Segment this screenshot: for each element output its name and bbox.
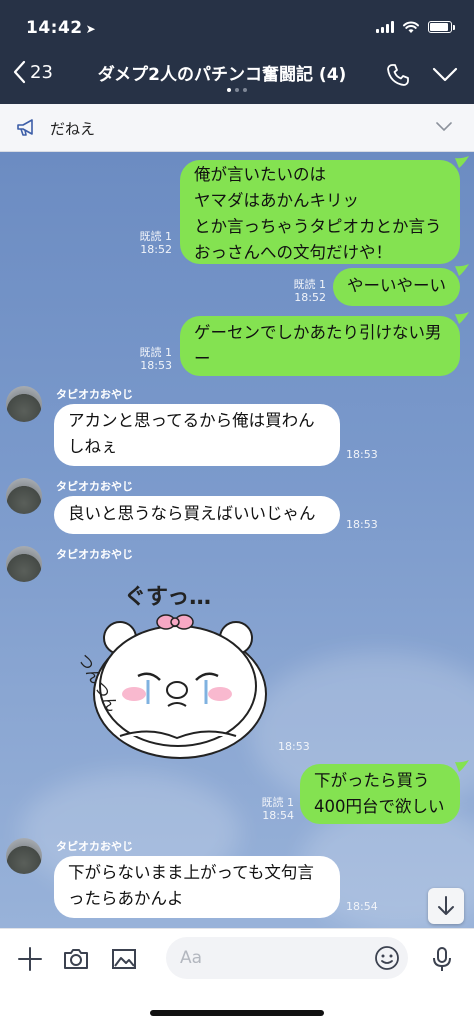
- sender-name: タピオカおやじ: [56, 840, 133, 853]
- message-line: ヤマダはあかんキリッ: [194, 191, 359, 210]
- sender-name: タピオカおやじ: [56, 388, 133, 401]
- read-receipt: 既読 1: [261, 796, 295, 809]
- message-bubble-incoming[interactable]: アカンと思ってるから俺は買わん しねぇ: [54, 404, 340, 466]
- announcement-text: だねえ: [50, 120, 96, 138]
- status-icons: [376, 20, 455, 34]
- message-line: 下がったら買う: [314, 771, 430, 790]
- message-time: 18:53: [140, 359, 172, 372]
- wifi-icon: [403, 21, 419, 33]
- read-receipt: 既読 1: [139, 230, 173, 243]
- microphone-icon[interactable]: [428, 945, 456, 973]
- message-line: おっさんへの文句だけや！: [194, 243, 392, 262]
- emoji-icon[interactable]: [374, 945, 400, 971]
- avatar[interactable]: [6, 386, 42, 422]
- avatar[interactable]: [6, 546, 42, 582]
- message-line: 良いと思うなら買えばいいじゃん: [68, 504, 316, 523]
- message-line: とか言っちゃうタピオカとか言う: [194, 217, 442, 236]
- message-line: アカンと思ってるから俺は買わん: [68, 411, 315, 430]
- read-receipt: 既読 1: [293, 278, 327, 291]
- message-bubble-outgoing[interactable]: やーいやーい: [333, 268, 460, 306]
- message-meta: 既読 1 18:53: [128, 346, 173, 372]
- arrow-down-icon: [438, 896, 454, 915]
- message-time: 18:52: [294, 291, 326, 304]
- avatar[interactable]: [6, 478, 42, 514]
- avatar[interactable]: [6, 838, 42, 874]
- image-icon[interactable]: [110, 945, 138, 973]
- announcement-bar[interactable]: だねえ: [0, 104, 474, 152]
- chevron-down-icon[interactable]: [432, 66, 458, 84]
- plus-icon[interactable]: [16, 945, 44, 973]
- back-chevron-icon: [13, 60, 26, 84]
- sticker-text-top: ぐすっ…: [124, 585, 211, 610]
- bubble-tail: [455, 312, 469, 324]
- message-line: 俺が言いたいのは: [194, 165, 326, 184]
- scroll-down-button[interactable]: [428, 888, 464, 924]
- chat-header: 14:42 ➤ 23 ダメプ2人のパチンコ奮闘記 (4): [0, 0, 474, 104]
- bubble-tail: [455, 156, 469, 168]
- sticker-crying-bear[interactable]: ぐすっ… つんつん: [60, 576, 276, 762]
- chat-area[interactable]: 俺が言いたいのは ヤマダはあかんキリッ とか言っちゃうタピオカとか言う おっさん…: [0, 152, 474, 928]
- chat-title[interactable]: ダメプ2人のパチンコ奮闘記 (4): [70, 60, 374, 85]
- home-indicator[interactable]: [150, 1010, 324, 1016]
- message-time: 18:53: [346, 448, 378, 461]
- message-time: 18:53: [278, 740, 310, 753]
- megaphone-icon: [17, 119, 33, 136]
- message-time: 18:54: [262, 809, 294, 822]
- bubble-tail: [455, 760, 469, 772]
- location-arrow-icon: ➤: [85, 22, 97, 36]
- message-line: やーいやーい: [347, 276, 446, 295]
- message-time: 18:52: [140, 243, 172, 256]
- message-input[interactable]: [166, 937, 408, 979]
- message-bubble-incoming[interactable]: 下がらないまま上がっても文句言 ったらあかんよ: [54, 856, 340, 918]
- status-time: 14:42 ➤: [26, 18, 96, 38]
- message-bubble-incoming[interactable]: 良いと思うなら買えばいいじゃん: [54, 496, 340, 534]
- message-line: ー: [194, 349, 211, 368]
- message-line: ゲーセンでしかあたり引けない男: [194, 323, 442, 342]
- battery-icon: [428, 21, 455, 33]
- message-meta: 既読 1 18:54: [250, 796, 295, 822]
- message-line: 下がらないまま上がっても文句言: [68, 863, 314, 882]
- sender-name: タピオカおやじ: [56, 548, 133, 561]
- page-dots: [0, 88, 474, 92]
- status-time-text: 14:42: [26, 18, 83, 38]
- message-bubble-outgoing[interactable]: 下がったら買う 400円台で欲しい: [300, 764, 460, 824]
- message-bubble-outgoing[interactable]: ゲーセンでしかあたり引けない男 ー: [180, 316, 460, 376]
- message-time: 18:54: [346, 900, 378, 913]
- read-receipt: 既読 1: [139, 346, 173, 359]
- message-time: 18:53: [346, 518, 378, 531]
- message-meta: 既読 1 18:52: [282, 278, 327, 304]
- phone-icon[interactable]: [385, 62, 411, 88]
- signal-icon: [376, 21, 394, 33]
- message-meta: 既読 1 18:52: [128, 230, 173, 256]
- message-line: ったらあかんよ: [68, 889, 184, 908]
- chevron-down-icon[interactable]: [436, 122, 452, 132]
- unread-count: 23: [30, 61, 53, 83]
- back-button[interactable]: 23: [12, 60, 53, 84]
- sender-name: タピオカおやじ: [56, 480, 133, 493]
- camera-icon[interactable]: [62, 945, 90, 973]
- message-line: しねぇ: [68, 437, 118, 456]
- bubble-tail: [455, 264, 469, 276]
- message-line: 400円台で欲しい: [314, 797, 445, 816]
- message-bubble-outgoing[interactable]: 俺が言いたいのは ヤマダはあかんキリッ とか言っちゃうタピオカとか言う おっさん…: [180, 160, 460, 264]
